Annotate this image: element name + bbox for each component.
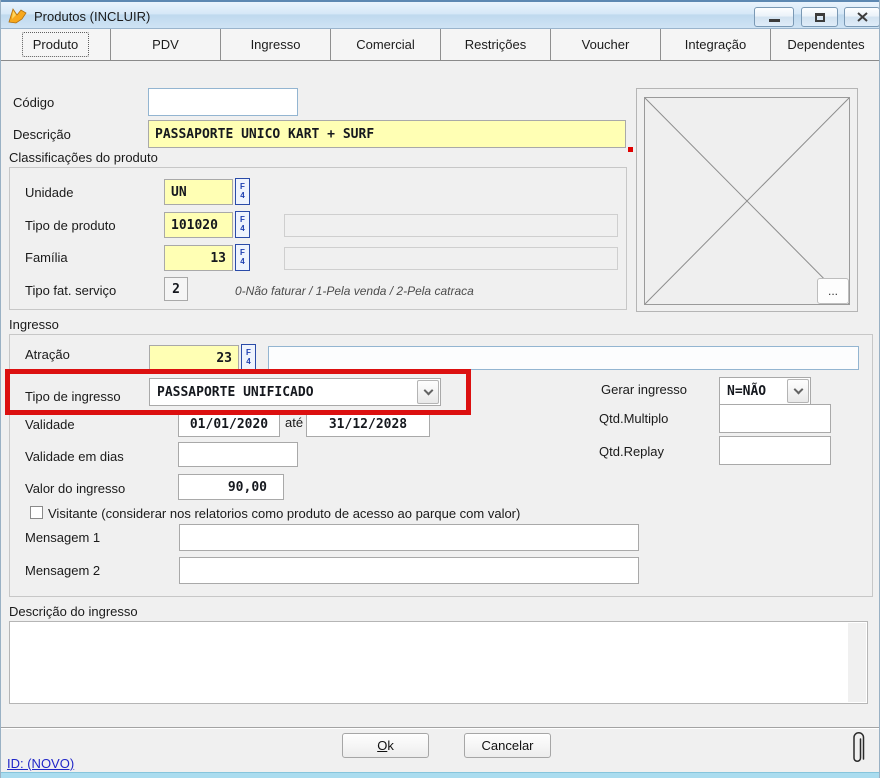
visitante-checkbox-label[interactable]: Visitante (considerar nos relatorios com… xyxy=(48,506,520,521)
descricao-label: Descrição xyxy=(13,127,71,142)
atracao-f4-lookup-button[interactable]: F4 xyxy=(241,344,256,374)
ingresso-group-title: Ingresso xyxy=(9,317,59,332)
tab-restricoes[interactable]: Restrições xyxy=(441,29,551,60)
paperclip-attachment-icon[interactable] xyxy=(850,730,866,773)
unidade-label: Unidade xyxy=(25,185,73,200)
classificacoes-group-title: Classificações do produto xyxy=(9,150,158,165)
tipo-produto-desc-display xyxy=(284,214,618,237)
empty-image-x-icon xyxy=(645,98,849,304)
ate-label: até xyxy=(285,415,303,430)
atracao-desc-display xyxy=(268,346,859,370)
validade-inicio-input[interactable] xyxy=(178,411,280,437)
mensagem2-label: Mensagem 2 xyxy=(25,563,100,578)
mensagem2-input[interactable] xyxy=(179,557,639,584)
validade-dias-label: Validade em dias xyxy=(25,449,124,464)
validade-fim-input[interactable] xyxy=(306,411,430,437)
chevron-down-icon xyxy=(423,385,433,395)
cancel-button[interactable]: Cancelar xyxy=(464,733,551,758)
ok-button[interactable]: Ok xyxy=(342,733,429,758)
gerar-ingresso-combobox[interactable]: N=NÃO xyxy=(719,377,811,405)
tipo-ingresso-label: Tipo de ingresso xyxy=(25,389,121,404)
title-bar[interactable]: Produtos (INCLUIR) xyxy=(1,0,880,29)
tab-ingresso[interactable]: Ingresso xyxy=(221,29,331,60)
familia-input[interactable] xyxy=(164,245,233,271)
descricao-input[interactable] xyxy=(148,120,626,148)
chevron-down-icon xyxy=(793,384,803,394)
atracao-label: Atração xyxy=(25,347,70,362)
app-fox-icon xyxy=(8,7,28,31)
tipo-fat-servico-hint: 0-Não faturar / 1-Pela venda / 2-Pela ca… xyxy=(235,284,474,298)
tipo-produto-f4-lookup-button[interactable]: F4 xyxy=(235,211,250,238)
gerar-ingresso-dropdown-button[interactable] xyxy=(787,379,809,403)
record-id-link[interactable]: ID: (NOVO) xyxy=(7,756,74,771)
minimize-icon xyxy=(769,19,780,22)
tab-voucher[interactable]: Voucher xyxy=(551,29,661,60)
qtd-multiplo-input[interactable] xyxy=(719,404,831,433)
tab-dependentes[interactable]: Dependentes xyxy=(771,29,880,60)
codigo-label: Código xyxy=(13,95,54,110)
maximize-button[interactable] xyxy=(801,7,838,27)
status-bar xyxy=(1,772,880,778)
close-button[interactable] xyxy=(844,7,880,27)
tab-strip: Produto PDV Ingresso Comercial Restriçõe… xyxy=(1,29,880,61)
valor-ingresso-label: Valor do ingresso xyxy=(25,481,125,496)
tipo-ingresso-value: PASSAPORTE UNIFICADO xyxy=(150,379,416,405)
unidade-input[interactable] xyxy=(164,179,233,205)
familia-f4-lookup-button[interactable]: F4 xyxy=(235,244,250,271)
validade-label: Validade xyxy=(25,417,75,432)
qtd-multiplo-label: Qtd.Multiplo xyxy=(599,411,668,426)
descricao-ingresso-textarea[interactable] xyxy=(9,621,868,704)
gerar-ingresso-label: Gerar ingresso xyxy=(601,382,687,397)
qtd-replay-input[interactable] xyxy=(719,436,831,465)
tipo-fat-servico-input[interactable] xyxy=(164,277,188,301)
familia-desc-display xyxy=(284,247,618,270)
qtd-replay-label: Qtd.Replay xyxy=(599,444,664,459)
window-title: Produtos (INCLUIR) xyxy=(34,9,150,24)
tab-produto[interactable]: Produto xyxy=(1,29,111,60)
tab-integracao[interactable]: Integração xyxy=(661,29,771,60)
tipo-produto-label: Tipo de produto xyxy=(25,218,116,233)
tab-pdv[interactable]: PDV xyxy=(111,29,221,60)
familia-label: Família xyxy=(25,250,68,265)
mensagem1-label: Mensagem 1 xyxy=(25,530,100,545)
valor-ingresso-input[interactable] xyxy=(178,474,284,500)
codigo-input[interactable] xyxy=(148,88,298,116)
textarea-scrollbar[interactable] xyxy=(848,623,866,702)
atracao-input[interactable] xyxy=(149,345,239,371)
image-browse-button[interactable]: ... xyxy=(817,278,849,304)
tab-comercial[interactable]: Comercial xyxy=(331,29,441,60)
visitante-checkbox[interactable] xyxy=(30,506,43,519)
tipo-ingresso-dropdown-button[interactable] xyxy=(417,380,439,404)
tipo-fat-servico-label: Tipo fat. serviço xyxy=(25,283,116,298)
products-window: Produtos (INCLUIR) Produto PDV Ingresso … xyxy=(0,0,880,778)
close-icon xyxy=(857,12,868,22)
gerar-ingresso-value: N=NÃO xyxy=(720,378,786,404)
required-marker xyxy=(628,147,633,152)
unidade-f4-lookup-button[interactable]: F4 xyxy=(235,178,250,205)
product-image-placeholder xyxy=(644,97,850,305)
tipo-produto-input[interactable] xyxy=(164,212,233,238)
mensagem1-input[interactable] xyxy=(179,524,639,551)
minimize-button[interactable] xyxy=(754,7,794,27)
validade-dias-input[interactable] xyxy=(178,442,298,467)
descricao-ingresso-title: Descrição do ingresso xyxy=(9,604,138,619)
footer-divider xyxy=(1,727,880,729)
tipo-ingresso-combobox[interactable]: PASSAPORTE UNIFICADO xyxy=(149,378,441,406)
maximize-icon xyxy=(815,13,825,22)
